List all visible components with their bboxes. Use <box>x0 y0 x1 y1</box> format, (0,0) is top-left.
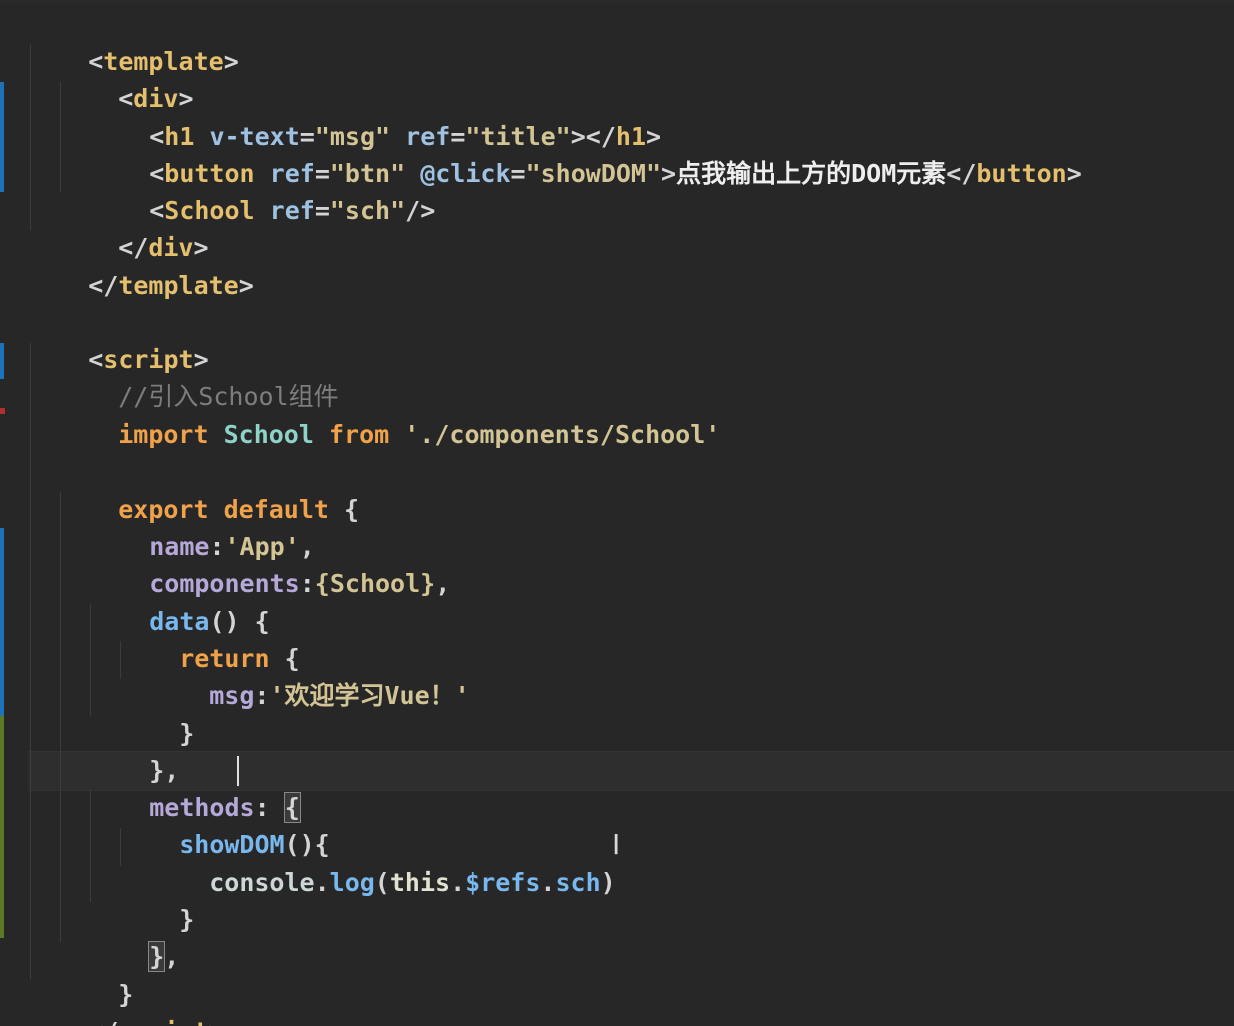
token: </ <box>946 159 977 188</box>
ibeam-cursor-icon: I <box>612 828 621 861</box>
code-line[interactable]: console.log(this.$refs.sch) <box>149 827 615 897</box>
token-keyword: import <box>118 420 209 449</box>
token-string: '欢迎学习Vue！' <box>269 681 470 710</box>
gutter-deleted-marker <box>0 408 5 414</box>
token: /> <box>405 196 436 225</box>
token: > <box>1066 159 1082 188</box>
code-line[interactable]: name:'App', <box>89 491 315 561</box>
token-tag: template <box>118 271 239 300</box>
code-line[interactable]: <script> <box>28 304 208 374</box>
matched-bracket: } <box>148 941 166 972</box>
token: , <box>164 942 180 971</box>
token-property: msg <box>209 681 255 710</box>
code-line-current[interactable]: methods: { <box>89 752 301 823</box>
code-line[interactable]: showDOM(){ <box>119 789 330 859</box>
token: ) <box>600 868 616 897</box>
token: = <box>510 159 526 188</box>
code-line[interactable]: </script> <box>28 976 223 1026</box>
code-line[interactable]: components:{School}, <box>89 528 450 598</box>
code-line[interactable]: <template> <box>28 6 239 76</box>
token: = <box>314 196 330 225</box>
token: ( <box>374 868 390 897</box>
token: > <box>223 47 239 76</box>
token: : <box>254 681 270 710</box>
code-line[interactable]: }, <box>89 901 179 972</box>
token: } <box>179 905 195 934</box>
token: } <box>179 719 195 748</box>
gutter-modified-marker <box>0 82 4 192</box>
code-editor[interactable]: <template> <div> <h1 v-text="msg" ref="t… <box>0 0 1234 1026</box>
code-line[interactable]: } <box>119 864 194 934</box>
token-attribute: ref <box>269 196 315 225</box>
code-line[interactable]: <School ref="sch"/> <box>89 155 435 225</box>
token: > <box>238 271 254 300</box>
token: : <box>299 569 315 598</box>
token: > <box>661 159 677 188</box>
gutter-added-marker <box>0 716 4 938</box>
code-line[interactable]: <div> <box>58 43 193 113</box>
code-line[interactable]: //引入School组件 <box>58 341 338 411</box>
token-text: 点我输出上方的DOM元素 <box>676 159 947 188</box>
token: </ <box>88 1017 118 1026</box>
token-keyword: from <box>328 420 390 449</box>
code-line[interactable]: <h1 v-text="msg" ref="title"></h1> <box>89 81 661 151</box>
token-tag: button <box>976 159 1067 188</box>
token: , <box>435 569 451 598</box>
code-line[interactable]: export default { <box>58 454 359 524</box>
code-line[interactable]: return { <box>119 603 299 673</box>
code-line[interactable]: } <box>119 678 194 748</box>
token: { <box>344 495 360 524</box>
token-string: './components/School' <box>404 420 721 449</box>
code-line[interactable]: </template> <box>28 230 254 300</box>
indent-guide <box>30 343 31 979</box>
token-string: "sch" <box>329 196 406 225</box>
text-caret <box>237 756 239 786</box>
token-tag: script <box>118 1017 208 1026</box>
token-property: sch <box>555 868 601 897</box>
code-line[interactable]: data() { <box>89 566 269 636</box>
token: > <box>209 1017 224 1026</box>
token-identifier: console <box>209 868 315 897</box>
code-line[interactable]: <button ref="btn" @click="showDOM">点我输出上… <box>89 118 1082 188</box>
gutter-modified-marker <box>0 528 4 716</box>
token-identifier: School <box>223 420 314 449</box>
token: . <box>540 868 556 897</box>
code-line[interactable]: </div> <box>58 192 208 262</box>
scrolled-line-remnant <box>0 0 1234 3</box>
code-line[interactable]: }, <box>89 715 179 785</box>
token-this: this <box>389 868 451 897</box>
token-function: log <box>329 868 375 897</box>
code-line[interactable]: import School from './components/School' <box>58 379 720 449</box>
token-object: {School} <box>314 569 436 598</box>
code-line[interactable]: msg:'欢迎学习Vue！' <box>149 640 469 710</box>
gutter-modified-marker <box>0 343 4 379</box>
token: . <box>450 868 466 897</box>
code-line[interactable]: } <box>58 939 133 1009</box>
token: </ <box>88 271 119 300</box>
token: . <box>314 868 330 897</box>
token-string: "showDOM" <box>525 159 662 188</box>
token-refs: $refs <box>465 868 541 897</box>
